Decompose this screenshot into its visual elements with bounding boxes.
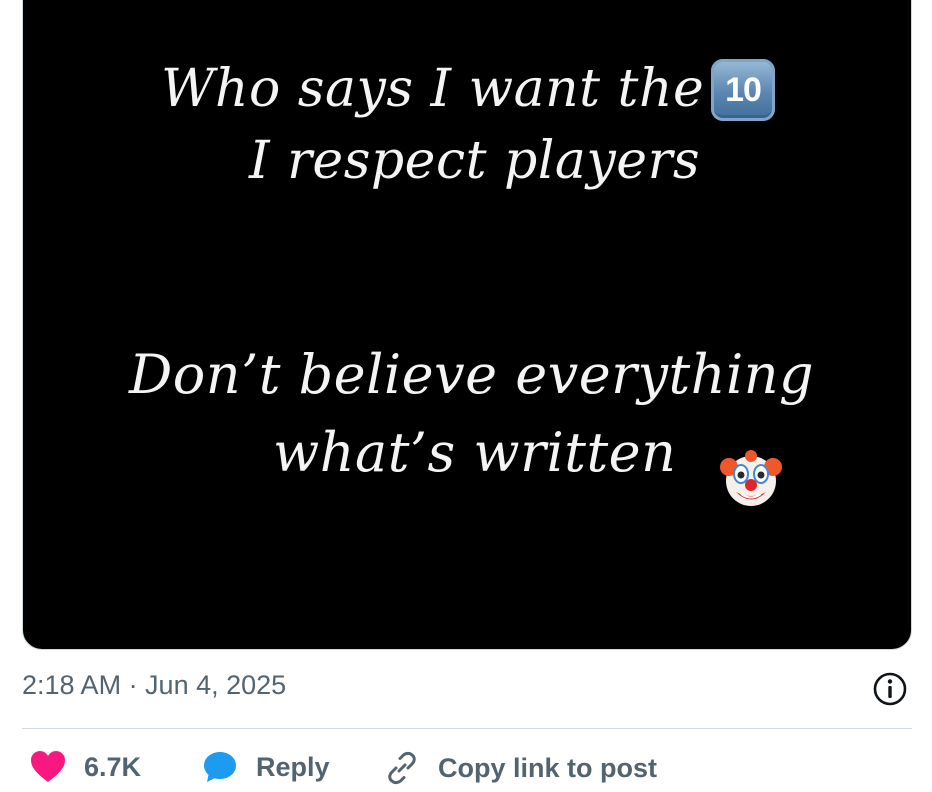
link-icon bbox=[388, 751, 416, 785]
copy-link-button[interactable]: Copy link to post bbox=[384, 750, 657, 786]
image-text-line-4: what’s written bbox=[273, 421, 677, 484]
heart-icon bbox=[31, 751, 65, 782]
post-detail: Who says I want the 10 I respect players… bbox=[0, 0, 932, 792]
copy-link-label: Copy link to post bbox=[438, 752, 657, 783]
image-text-line-1: Who says I want the bbox=[161, 59, 705, 119]
reply-button[interactable]: Reply bbox=[202, 750, 330, 784]
info-icon[interactable] bbox=[872, 671, 908, 707]
keycap-ten-emoji-icon: 10 bbox=[711, 59, 775, 121]
divider bbox=[22, 728, 912, 729]
like-count: 6.7K bbox=[84, 751, 142, 782]
post-timestamp[interactable]: 2:18 AM · Jun 4, 2025 bbox=[22, 670, 286, 701]
post-image[interactable]: Who says I want the 10 I respect players… bbox=[22, 0, 912, 650]
reply-bubble-icon bbox=[204, 752, 236, 782]
image-text-line-2: I respect players bbox=[249, 131, 701, 191]
clown-face-emoji-icon bbox=[720, 450, 782, 506]
like-button[interactable]: 6.7K bbox=[30, 750, 141, 784]
image-text-line-3: Don’t believe everything bbox=[129, 343, 815, 406]
reply-label: Reply bbox=[256, 751, 330, 782]
